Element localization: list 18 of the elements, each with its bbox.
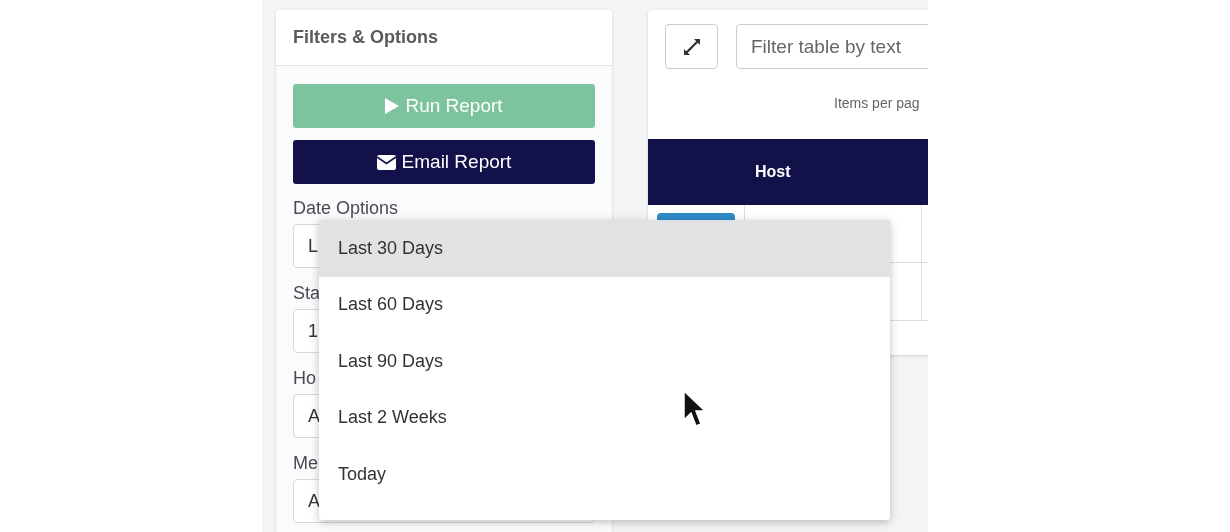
items-per-page-label: Items per pag bbox=[833, 94, 921, 113]
expand-button[interactable] bbox=[665, 24, 718, 69]
envelope-icon bbox=[376, 154, 396, 170]
panel-title: Filters & Options bbox=[293, 27, 438, 48]
email-report-button[interactable]: Email Report bbox=[293, 140, 595, 184]
dropdown-option[interactable]: Today bbox=[319, 446, 890, 503]
field-label: Me bbox=[293, 453, 318, 475]
dropdown-option[interactable]: Last 90 Days bbox=[319, 333, 890, 390]
filter-input[interactable]: Filter table by text bbox=[736, 24, 928, 69]
expand-icon bbox=[681, 36, 702, 57]
field-label: Ho bbox=[293, 368, 316, 390]
play-icon bbox=[385, 98, 400, 114]
field-label: Sta bbox=[293, 283, 321, 305]
dropdown-option[interactable]: Last 60 Days bbox=[319, 276, 890, 333]
dropdown-option[interactable]: Last 30 Days bbox=[319, 220, 890, 277]
dropdown-option[interactable]: Last 2 Weeks bbox=[319, 389, 890, 446]
column-header: Host bbox=[754, 163, 791, 181]
field-label: Date Options bbox=[293, 198, 399, 220]
